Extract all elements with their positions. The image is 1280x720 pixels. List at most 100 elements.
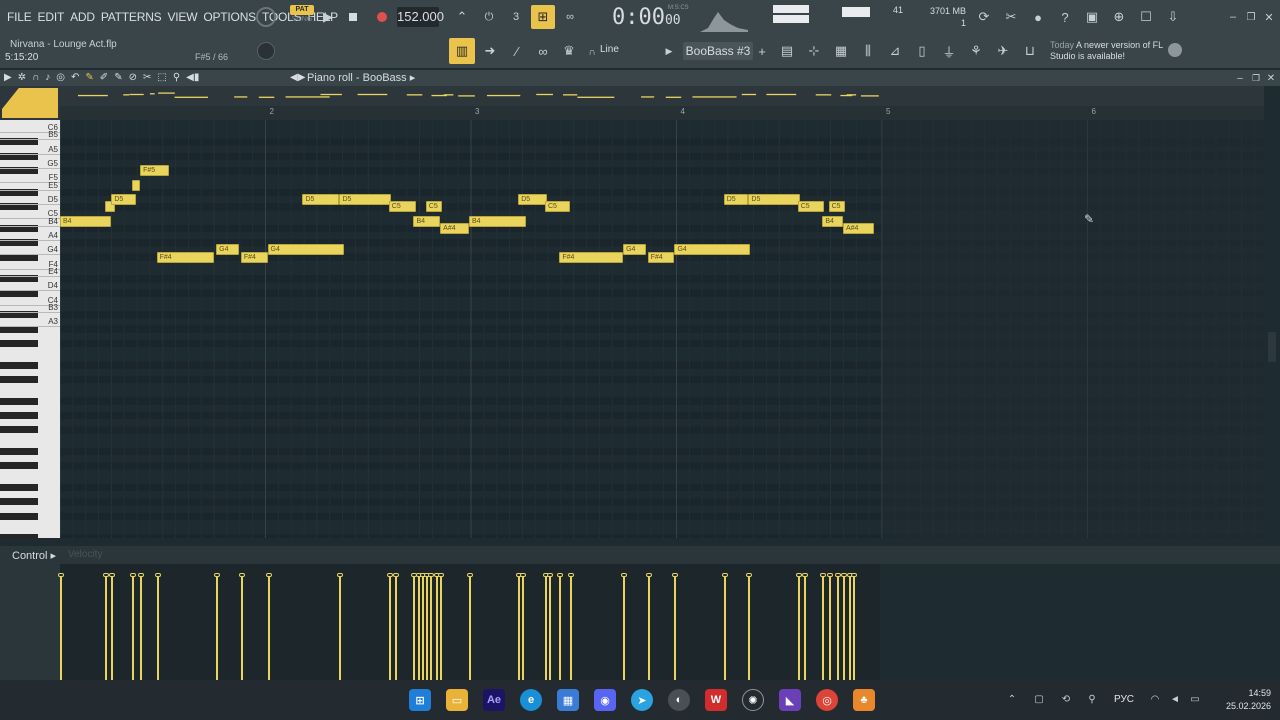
velocity-bar[interactable] xyxy=(388,576,391,680)
tempo-display[interactable]: 152.000 xyxy=(397,7,444,27)
close-icon[interactable]: ✕ xyxy=(1262,10,1276,24)
velocity-bar[interactable] xyxy=(60,576,62,680)
velocity-handle[interactable] xyxy=(386,573,393,577)
menu-add[interactable]: ADD xyxy=(67,8,98,26)
velocity-handle[interactable] xyxy=(645,573,652,577)
note[interactable]: D5 xyxy=(518,194,548,205)
velocity-handle[interactable] xyxy=(337,573,344,577)
mute-icon[interactable]: ⊘ xyxy=(129,72,137,84)
tray-mic-icon[interactable]: ⚲ xyxy=(1085,692,1099,706)
velocity-bar[interactable] xyxy=(842,576,845,680)
velocity-handle[interactable] xyxy=(746,573,753,577)
metronome-icon[interactable]: ⌃ xyxy=(452,7,472,27)
velocity-handle[interactable] xyxy=(547,573,554,577)
piano-keyboard[interactable]: C6 B5 A5 G5 F5 E5 D5 C5 B4 A4 G4 F4 E4 D4 C4 B3 A3 xyxy=(0,120,60,538)
plug-icon[interactable]: ⏚ xyxy=(939,41,959,61)
velocity-bar[interactable] xyxy=(440,576,443,680)
master-pitch-knob-icon[interactable] xyxy=(257,42,275,60)
velocity-bar[interactable] xyxy=(413,576,416,680)
battery-icon[interactable]: ▭ xyxy=(1188,692,1202,706)
wifi-icon[interactable]: ◠ xyxy=(1148,692,1162,706)
velocity-bar[interactable] xyxy=(549,576,552,680)
note[interactable]: F#4 xyxy=(156,251,215,263)
black-key[interactable] xyxy=(0,534,38,538)
undo-icon[interactable]: ↶ xyxy=(71,72,79,84)
velocity-handle[interactable] xyxy=(851,573,858,577)
black-key[interactable] xyxy=(0,484,38,491)
velocity-bar[interactable] xyxy=(544,576,547,680)
note[interactable]: F#4 xyxy=(240,251,268,263)
playback-icon[interactable]: ◀▮ xyxy=(186,72,199,84)
velocity-bar[interactable] xyxy=(216,576,219,680)
velocity-handle[interactable] xyxy=(103,573,110,577)
velocity-handle[interactable] xyxy=(466,573,473,577)
volume-icon[interactable]: ◄ xyxy=(1168,692,1182,706)
velocity-handle[interactable] xyxy=(834,573,841,577)
velocity-handle[interactable] xyxy=(392,573,399,577)
countdown-icon[interactable]: 3 xyxy=(505,7,527,27)
velocity-bar[interactable] xyxy=(429,576,432,680)
edge-browser-icon[interactable]: e xyxy=(520,689,542,711)
velocity-handle[interactable] xyxy=(438,573,445,577)
target-icon[interactable]: ◎ xyxy=(56,72,65,84)
tray-sync-icon[interactable]: ⟲ xyxy=(1058,692,1074,706)
velocity-bar[interactable] xyxy=(425,576,428,680)
vertical-scrollbar[interactable] xyxy=(1264,120,1280,538)
menu-file[interactable]: FILE xyxy=(4,8,35,26)
cut-icon[interactable]: ✂ xyxy=(1001,7,1021,27)
note[interactable]: D5 xyxy=(302,194,340,205)
play-button[interactable]: ▶ xyxy=(320,8,336,26)
note[interactable]: C5 xyxy=(425,201,443,213)
velocity-handle[interactable] xyxy=(265,573,272,577)
velocity-handle[interactable] xyxy=(238,573,245,577)
note[interactable]: C5 xyxy=(388,201,416,213)
note-overview[interactable] xyxy=(60,86,1264,106)
note[interactable]: F#5 xyxy=(140,165,169,177)
menu-patterns[interactable]: PATTERNS xyxy=(98,8,165,26)
store-icon[interactable]: ▦ xyxy=(557,689,579,711)
velocity-handle[interactable] xyxy=(820,573,827,577)
pat-song-toggle[interactable]: PAT SONG xyxy=(290,5,314,27)
velocity-handle[interactable] xyxy=(58,573,64,577)
touch-controller-icon[interactable]: ⚘ xyxy=(966,41,986,61)
snap-selector[interactable]: Line xyxy=(600,44,619,55)
velocity-handle[interactable] xyxy=(138,573,145,577)
velocity-bar[interactable] xyxy=(647,576,650,680)
microphone-icon[interactable]: ● xyxy=(1028,7,1048,27)
velocity-handle[interactable] xyxy=(826,573,833,577)
velocity-bar[interactable] xyxy=(828,576,831,680)
select-icon[interactable]: ⬚ xyxy=(157,72,166,84)
velocity-bar[interactable] xyxy=(339,576,342,680)
note[interactable]: B4 xyxy=(822,215,843,227)
velocity-bar[interactable] xyxy=(436,576,439,680)
note[interactable]: C5 xyxy=(544,201,570,213)
velocity-handle[interactable] xyxy=(214,573,221,577)
globe-icon[interactable] xyxy=(1168,43,1182,57)
note[interactable]: B4 xyxy=(468,215,527,227)
velocity-handle[interactable] xyxy=(672,573,679,577)
note-grid[interactable]: B4 D5 F#5 F#4 G4 F#4 G4 D5 D5 C5 B4 C5 A#4 B4 D5 C5 F#4 G… xyxy=(60,120,1264,538)
visual-studio-icon[interactable]: ◣ xyxy=(779,689,801,711)
stamp-icon[interactable]: ♛ xyxy=(559,41,579,61)
scrollbar-thumb[interactable] xyxy=(1268,332,1276,362)
note[interactable]: G4 xyxy=(267,244,344,256)
tray-app-icon[interactable]: ▢ xyxy=(1031,692,1047,706)
paint-icon[interactable]: ✐ xyxy=(100,72,108,84)
note[interactable]: A#4 xyxy=(440,222,469,234)
velocity-bar[interactable] xyxy=(803,576,806,680)
piano-roll-window-icon[interactable]: ⊹ xyxy=(804,41,824,61)
master-volume-knob-icon[interactable] xyxy=(256,7,276,27)
telegram-icon[interactable]: ➤ xyxy=(631,689,653,711)
pr-close-icon[interactable]: ✕ xyxy=(1265,72,1277,84)
velocity-bar[interactable] xyxy=(836,576,839,680)
maximize-icon[interactable]: ❐ xyxy=(1244,10,1258,24)
channel-rack-icon[interactable]: ▦ xyxy=(831,41,851,61)
velocity-bar[interactable] xyxy=(131,576,134,680)
velocity-handle[interactable] xyxy=(154,573,161,577)
note[interactable]: C5 xyxy=(828,201,845,213)
velocity-handle[interactable] xyxy=(795,573,802,577)
control-label[interactable]: Control ▸ xyxy=(12,549,56,562)
velocity-bar[interactable] xyxy=(156,576,159,680)
save-icon[interactable]: ▣ xyxy=(1082,7,1102,27)
black-key[interactable] xyxy=(0,498,38,506)
